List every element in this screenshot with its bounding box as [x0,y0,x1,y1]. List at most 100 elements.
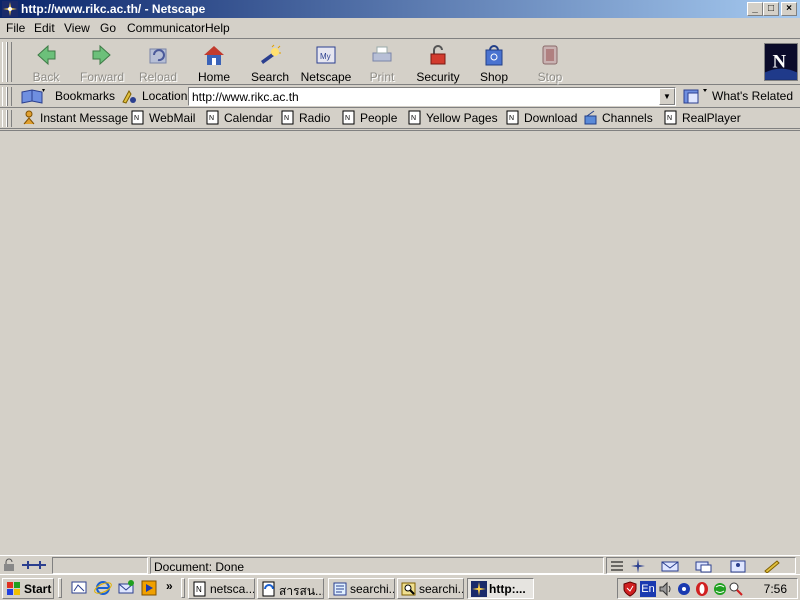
more-quicklaunch-chevron[interactable]: » [166,579,173,593]
people-button[interactable]: N People [342,110,397,127]
menu-file-label: File [6,21,26,35]
system-tray: En 7:56 [617,578,798,599]
opera-icon[interactable] [694,581,710,597]
security-lock-icon[interactable] [2,558,16,572]
grip-lines-icon[interactable] [609,559,625,573]
calendar-button[interactable]: N Calendar [206,110,273,127]
toolbar-grip[interactable] [6,110,12,127]
task-button-netscape-active[interactable]: http:... [467,578,534,599]
menu-view[interactable]: View [64,21,90,35]
bookmarks-icon[interactable] [20,88,46,105]
bookmarks-label[interactable]: Bookmarks [55,89,115,103]
windows-logo-icon [7,582,20,595]
maximize-button[interactable]: □ [763,2,779,16]
network-globe-icon[interactable] [712,581,728,597]
instant-message-button[interactable]: Instant Message [22,110,128,127]
address-book-icon[interactable] [727,559,749,573]
internet-explorer-icon[interactable] [94,579,112,597]
task-button-document[interactable]: สารสน... [257,578,324,599]
netscape-page-icon: N [193,581,206,597]
svg-text:N: N [345,115,350,122]
webmail-label: WebMail [149,110,196,125]
search-label: Search [250,70,290,84]
composer-icon[interactable] [761,559,783,573]
location-label: Location: [142,89,191,103]
menu-help[interactable]: Help [205,21,230,35]
task-button-search-1[interactable]: searchi... [328,578,395,599]
media-player-icon[interactable] [140,579,158,597]
title-bar[interactable]: http://www.rikc.ac.th/ - Netscape _ □ × [0,0,800,18]
download-button[interactable]: N Download [506,110,577,127]
url-dropdown-button[interactable]: ▼ [659,88,675,105]
shopping-bag-icon [485,45,503,66]
stop-button[interactable]: Stop [522,41,578,84]
clock[interactable]: 7:56 [764,582,787,596]
url-input[interactable]: http://www.rikc.ac.th [188,87,676,106]
language-indicator[interactable]: En [640,581,656,597]
webmail-button[interactable]: N WebMail [131,110,195,127]
status-bar: Document: Done [0,555,800,574]
outlook-express-icon[interactable] [117,579,135,597]
realplayer-button[interactable]: N RealPlayer [664,110,741,127]
person-icon [23,110,35,125]
bookmark-page-icon: N [664,110,677,125]
netscape-app-icon[interactable] [2,1,18,17]
search-tray-icon[interactable] [728,581,744,597]
task-button-netscape[interactable]: N netsca... [188,578,255,599]
messenger-icon[interactable] [676,581,692,597]
channels-button[interactable]: Channels [584,110,653,127]
stop-icon [542,45,558,65]
netscape-throbber-logo[interactable]: N [764,43,798,81]
netscape-button[interactable]: My Netscape [298,41,354,84]
status-text-cell: Document: Done [150,557,604,574]
menu-go[interactable]: Go [100,21,116,35]
search-magnifier-icon [401,582,416,596]
menu-file[interactable]: File [6,21,25,35]
bookmark-page-icon: N [342,110,355,125]
radio-button[interactable]: N Radio [281,110,330,127]
navigation-toolbar: Back Forward Reload Home Search My Netsc… [0,38,800,85]
whats-related-icon[interactable] [682,88,708,105]
menu-edit[interactable]: Edit [34,21,55,35]
mail-icon[interactable] [659,559,681,573]
task-button-search-2[interactable]: searchi... [397,578,464,599]
yellow-pages-button[interactable]: N Yellow Pages [408,110,498,127]
status-text: Document: Done [154,560,245,574]
forward-arrow-icon [92,44,111,66]
search-button[interactable]: Search [242,41,298,84]
location-page-icon[interactable] [120,88,138,105]
shop-button[interactable]: Shop [466,41,522,84]
page-content-area[interactable] [0,130,800,554]
svg-text:N: N [509,115,514,122]
whats-related-label[interactable]: What's Related [712,89,793,103]
taskbar: Start » N netsca... สารสน... searchi... … [0,574,800,600]
volume-speaker-icon[interactable] [658,581,674,597]
back-button[interactable]: Back [18,41,74,84]
quick-launch-grip[interactable] [58,578,62,598]
close-button[interactable]: × [781,2,797,16]
personal-toolbar: Instant Message N WebMail N Calendar N Radi… [0,108,800,129]
channels-icon [584,110,597,125]
toolbar-grip[interactable] [6,42,12,82]
taskbar-grip[interactable] [181,578,185,598]
antivirus-shield-icon[interactable] [622,581,638,597]
home-button[interactable]: Home [186,41,242,84]
show-desktop-icon[interactable] [70,579,88,597]
shop-label: Shop [479,70,509,84]
print-button[interactable]: Print [354,41,410,84]
online-connection-icon[interactable] [20,558,48,572]
navigator-icon[interactable] [627,559,649,573]
discussions-icon[interactable] [693,559,715,573]
forward-button[interactable]: Forward [74,41,130,84]
back-label: Back [32,70,60,84]
security-button[interactable]: Security [410,41,466,84]
task-button-label: netsca... [210,582,255,596]
menu-communicator[interactable]: Communicator [127,21,205,35]
minimize-button[interactable]: _ [747,2,763,16]
bookmark-page-icon: N [206,110,219,125]
bookmark-page-icon: N [281,110,294,125]
start-button[interactable]: Start [2,578,54,599]
toolbar-grip[interactable] [6,87,12,106]
reload-button[interactable]: Reload [130,41,186,84]
task-button-label: searchi... [419,582,464,596]
